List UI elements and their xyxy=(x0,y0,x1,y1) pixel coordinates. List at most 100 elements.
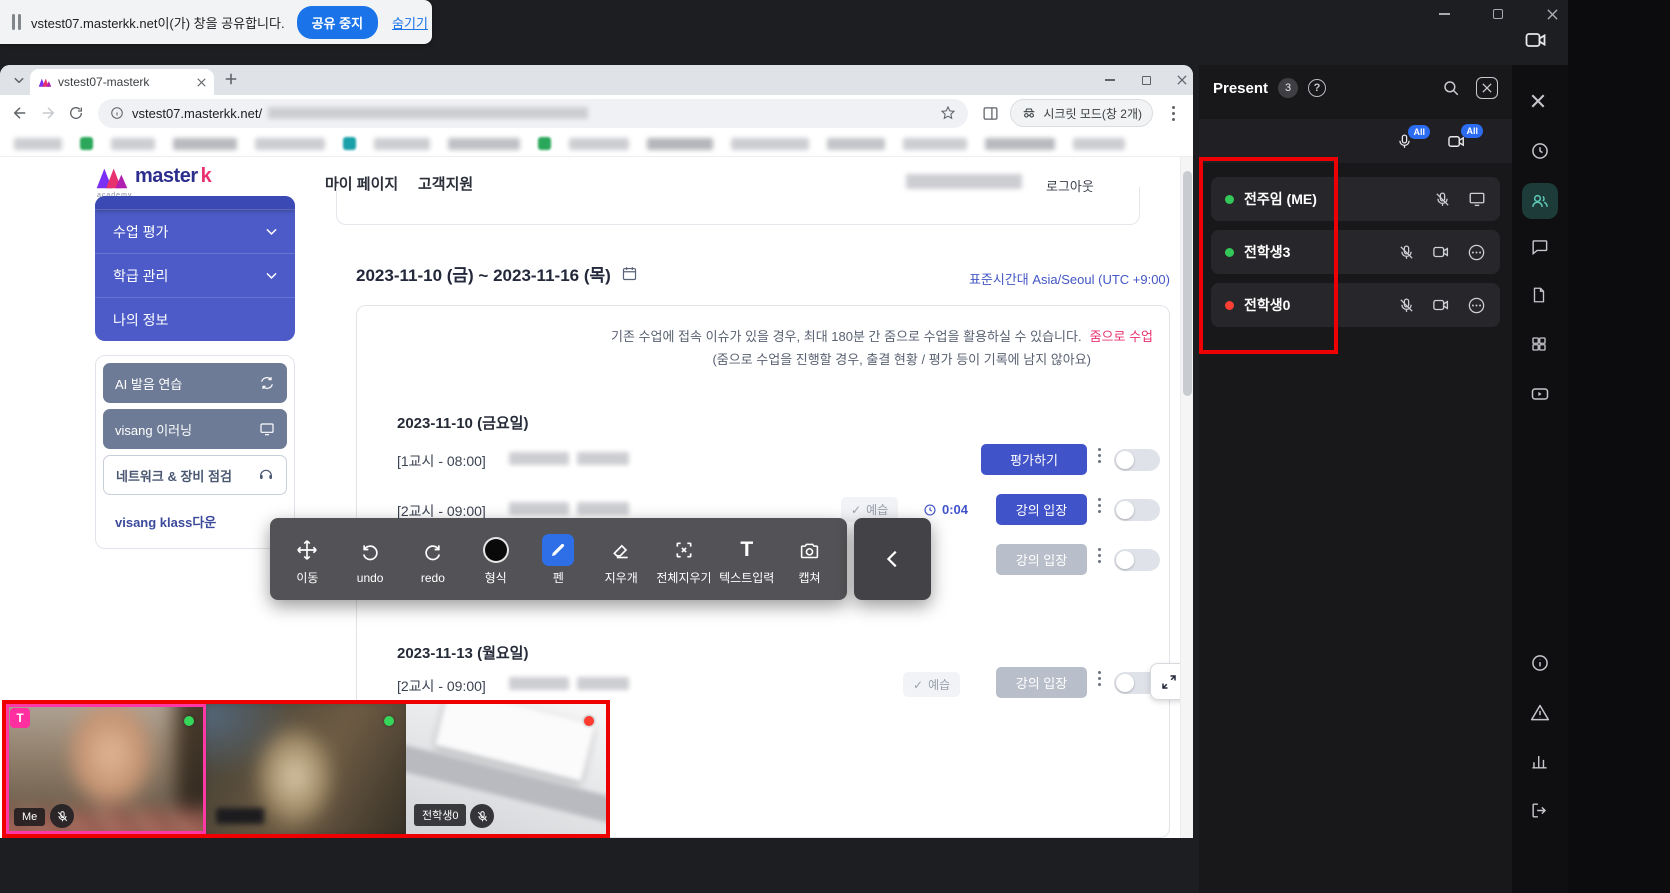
stop-sharing-button[interactable]: 공유 중지 xyxy=(297,6,378,39)
evaluate-button[interactable]: 평가하기 xyxy=(981,444,1087,475)
enter-lecture-button[interactable]: 강의 입장 xyxy=(996,494,1087,525)
participant-row-student0[interactable]: 전학생0 xyxy=(1211,283,1500,327)
info-icon[interactable] xyxy=(1530,653,1550,673)
window-maximize-button[interactable] xyxy=(1482,2,1514,26)
tool-klass-download[interactable]: visang klass다운 xyxy=(103,501,287,541)
bookmark-item[interactable] xyxy=(111,138,155,150)
sidebar-item-class-evaluation[interactable]: 수업 평가 xyxy=(95,209,295,253)
sidebar-item-clipped[interactable] xyxy=(95,196,295,209)
participant-row-me[interactable]: 전주임 (ME) xyxy=(1211,177,1500,221)
mic-muted-icon[interactable] xyxy=(1398,244,1415,261)
mic-muted-icon[interactable] xyxy=(1434,191,1451,208)
stats-chart-icon[interactable] xyxy=(1530,752,1549,771)
row-menu-icon[interactable] xyxy=(1098,548,1101,551)
site-logo[interactable]: academy master k xyxy=(95,165,212,191)
bookmark-item[interactable] xyxy=(1073,138,1125,150)
close-icon[interactable] xyxy=(1530,93,1546,109)
clear-all-tool[interactable]: 전체지우기 xyxy=(655,532,713,586)
side-panel-icon[interactable] xyxy=(976,99,1004,127)
row-toggle[interactable] xyxy=(1114,499,1160,521)
tool-ai-pronunciation[interactable]: AI 발음 연습 xyxy=(103,363,287,403)
capture-tool[interactable]: 캡쳐 xyxy=(781,532,839,586)
expand-fullscreen-button[interactable] xyxy=(1150,663,1180,700)
bookmark-item[interactable] xyxy=(827,138,885,150)
move-tool[interactable]: 이동 xyxy=(278,532,336,586)
row-toggle[interactable] xyxy=(1114,449,1160,471)
bookmark-item[interactable] xyxy=(374,138,430,150)
browser-minimize-button[interactable] xyxy=(1096,69,1124,91)
chat-icon[interactable] xyxy=(1530,237,1549,256)
history-clock-icon[interactable] xyxy=(1530,141,1550,161)
row-menu-icon[interactable] xyxy=(1098,498,1101,501)
sidebar-item-my-info[interactable]: 나의 정보 xyxy=(95,297,295,341)
video-tile-student3[interactable] xyxy=(206,704,406,834)
window-close-button[interactable] xyxy=(1536,2,1568,26)
bookmark-item[interactable] xyxy=(173,138,237,150)
sidebar-item-class-management[interactable]: 학급 관리 xyxy=(95,253,295,297)
browser-menu-icon[interactable] xyxy=(1159,99,1187,127)
bookmark-item[interactable] xyxy=(985,138,1055,150)
bookmark-item[interactable] xyxy=(731,138,809,150)
back-button[interactable] xyxy=(6,99,34,127)
browser-maximize-button[interactable] xyxy=(1132,69,1160,91)
bookmark-item[interactable] xyxy=(14,138,62,150)
drag-grip-icon[interactable] xyxy=(12,14,21,30)
row-menu-icon[interactable] xyxy=(1098,671,1101,674)
hide-share-bar-link[interactable]: 숨기기 xyxy=(392,13,428,32)
bookmark-favicon[interactable] xyxy=(343,137,356,150)
address-bar[interactable]: vstest07.masterkk.net/ xyxy=(98,99,968,128)
search-icon[interactable] xyxy=(1442,79,1460,97)
row-toggle[interactable] xyxy=(1114,549,1160,571)
site-info-icon[interactable] xyxy=(110,106,124,120)
scrollbar-track[interactable] xyxy=(1180,157,1193,838)
tool-visang-elearning[interactable]: visang 이러닝 xyxy=(103,409,287,449)
media-clip-icon[interactable] xyxy=(1530,384,1550,404)
toolbar-collapse-button[interactable] xyxy=(854,518,931,600)
participant-row-student3[interactable]: 전학생3 xyxy=(1211,230,1500,274)
window-minimize-button[interactable] xyxy=(1428,2,1460,26)
new-tab-button[interactable] xyxy=(224,72,238,86)
tool-network-check[interactable]: 네트워크 & 장비 점검 xyxy=(103,455,287,495)
bookmark-favicon[interactable] xyxy=(538,137,551,150)
document-icon[interactable] xyxy=(1530,286,1548,304)
calendar-icon[interactable] xyxy=(621,265,638,282)
undo-tool[interactable]: undo xyxy=(341,534,399,585)
browser-close-button[interactable] xyxy=(1168,69,1196,91)
grid-apps-icon[interactable] xyxy=(1530,335,1548,353)
bookmark-item[interactable] xyxy=(647,138,713,150)
camera-all-toggle[interactable]: All xyxy=(1447,132,1466,151)
bookmark-item[interactable] xyxy=(255,138,325,150)
mic-all-toggle[interactable]: All xyxy=(1396,133,1413,150)
bookmark-star-icon[interactable] xyxy=(940,105,956,121)
incognito-badge[interactable]: 시크릿 모드(창 2개) xyxy=(1010,99,1153,127)
more-options-icon[interactable] xyxy=(1467,296,1486,315)
mic-muted-icon[interactable] xyxy=(470,804,494,828)
mic-muted-icon[interactable] xyxy=(50,804,74,828)
video-tile-student0[interactable]: 전학생0 xyxy=(406,704,606,834)
video-camera-icon[interactable] xyxy=(1432,296,1450,314)
tab-search-chevron-icon[interactable] xyxy=(10,71,28,89)
text-input-tool[interactable]: T 텍스트입력 xyxy=(718,532,776,586)
scrollbar-thumb[interactable] xyxy=(1183,171,1192,396)
participants-icon-active[interactable] xyxy=(1522,183,1558,219)
shape-color-tool[interactable]: 형식 xyxy=(467,532,525,586)
zoom-class-link[interactable]: 줌으로 수업 xyxy=(1090,326,1153,345)
bookmark-item[interactable] xyxy=(448,138,520,150)
reload-button[interactable] xyxy=(62,99,90,127)
camera-toggle-icon[interactable] xyxy=(1524,28,1548,52)
bookmark-item[interactable] xyxy=(903,138,967,150)
help-icon[interactable]: ? xyxy=(1308,79,1326,97)
panel-close-button[interactable] xyxy=(1476,77,1498,99)
video-tile-me[interactable]: T Me xyxy=(6,704,206,834)
pen-tool-active[interactable]: 펜 xyxy=(529,532,587,586)
redo-tool[interactable]: redo xyxy=(404,534,462,585)
bookmark-favicon[interactable] xyxy=(80,137,93,150)
screen-share-icon[interactable] xyxy=(1468,190,1486,208)
forward-button[interactable] xyxy=(34,99,62,127)
video-camera-icon[interactable] xyxy=(1432,243,1450,261)
mic-muted-icon[interactable] xyxy=(1398,297,1415,314)
row-menu-icon[interactable] xyxy=(1098,448,1101,451)
warning-icon[interactable] xyxy=(1530,703,1550,723)
bookmark-item[interactable] xyxy=(569,138,629,150)
more-options-icon[interactable] xyxy=(1467,243,1486,262)
